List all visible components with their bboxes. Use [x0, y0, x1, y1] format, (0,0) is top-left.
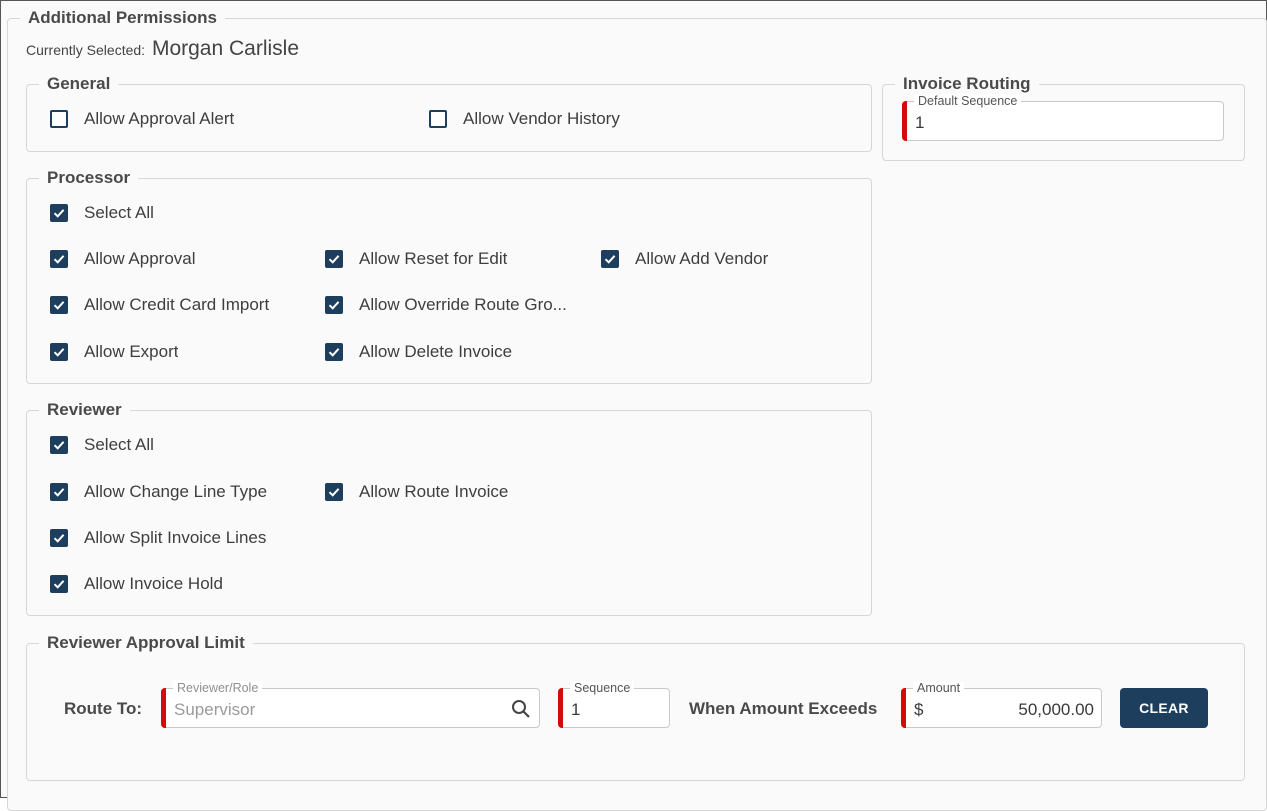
required-indicator: [901, 688, 906, 728]
permissions-panel: Additional Permissions Currently Selecte…: [0, 0, 1267, 811]
allow-approval-alert-checkbox[interactable]: Allow Approval Alert: [50, 109, 234, 129]
checkbox-checked-icon: [50, 296, 68, 314]
checkbox-checked-icon: [50, 483, 68, 501]
default-sequence-value: 1: [915, 113, 925, 132]
checkbox-checked-icon: [50, 250, 68, 268]
required-indicator: [558, 688, 563, 728]
processor-select-all-checkbox[interactable]: Select All: [50, 203, 154, 223]
checkbox-checked-icon: [50, 575, 68, 593]
reviewer-role-placeholder: Supervisor: [174, 700, 256, 719]
clear-button[interactable]: CLEAR: [1120, 688, 1208, 728]
checkbox-checked-icon: [50, 529, 68, 547]
allow-credit-card-import-checkbox[interactable]: Allow Credit Card Import: [50, 295, 269, 315]
sequence-label: Sequence: [570, 681, 635, 695]
currently-selected-label: Currently Selected:: [26, 42, 146, 58]
amount-field[interactable]: Amount $ 50,000.00: [901, 681, 1102, 728]
general-title: General: [47, 74, 111, 93]
reviewer-title: Reviewer: [47, 400, 122, 419]
sequence-field[interactable]: Sequence 1: [558, 681, 670, 728]
allow-split-invoice-lines-checkbox[interactable]: Allow Split Invoice Lines: [50, 528, 266, 548]
allow-vendor-history-checkbox[interactable]: Allow Vendor History: [429, 109, 620, 129]
sequence-value: 1: [571, 700, 581, 719]
checkbox-checked-icon: [50, 343, 68, 361]
invoice-routing-title: Invoice Routing: [903, 74, 1031, 93]
checkbox-checked-icon: [325, 296, 343, 314]
selected-user-name: Morgan Carlisle: [151, 37, 300, 60]
section-title: Additional Permissions: [28, 8, 217, 27]
checkbox-unchecked-icon: [50, 110, 68, 128]
allow-change-line-type-checkbox[interactable]: Allow Change Line Type: [50, 482, 267, 502]
reviewer-select-all-checkbox[interactable]: Select All: [50, 435, 154, 455]
checkbox-checked-icon: [325, 483, 343, 501]
route-to-label: Route To:: [64, 699, 143, 718]
default-sequence-label: Default Sequence: [914, 94, 1022, 108]
processor-title: Processor: [47, 168, 131, 187]
allow-export-checkbox[interactable]: Allow Export: [50, 342, 178, 362]
checkbox-checked-icon: [50, 436, 68, 454]
required-indicator: [902, 101, 907, 141]
amount-value: 50,000.00: [1018, 700, 1094, 719]
allow-invoice-hold-checkbox[interactable]: Allow Invoice Hold: [50, 574, 223, 594]
required-indicator: [161, 688, 166, 728]
reviewer-role-label: Reviewer/Role: [173, 681, 263, 695]
allow-reset-for-edit-checkbox[interactable]: Allow Reset for Edit: [325, 249, 507, 269]
allow-override-route-group-checkbox[interactable]: Allow Override Route Gro...: [325, 295, 567, 315]
approval-limit-title: Reviewer Approval Limit: [47, 633, 245, 652]
currency-symbol: $: [914, 700, 924, 719]
allow-route-invoice-checkbox[interactable]: Allow Route Invoice: [325, 482, 508, 502]
allow-delete-invoice-checkbox[interactable]: Allow Delete Invoice: [325, 342, 512, 362]
checkbox-unchecked-icon: [429, 110, 447, 128]
checkbox-checked-icon: [50, 204, 68, 222]
reviewer-role-input[interactable]: Reviewer/Role Supervisor: [161, 681, 540, 728]
amount-label: Amount: [913, 681, 965, 695]
currently-selected: Currently Selected: Morgan Carlisle: [26, 37, 299, 61]
allow-add-vendor-checkbox[interactable]: Allow Add Vendor: [601, 249, 768, 269]
default-sequence-field[interactable]: Default Sequence 1: [902, 94, 1224, 141]
allow-approval-checkbox[interactable]: Allow Approval: [50, 249, 196, 269]
checkbox-checked-icon: [325, 343, 343, 361]
checkbox-checked-icon: [601, 250, 619, 268]
checkbox-checked-icon: [325, 250, 343, 268]
search-icon[interactable]: [511, 699, 531, 719]
when-amount-exceeds-label: When Amount Exceeds: [689, 699, 878, 718]
